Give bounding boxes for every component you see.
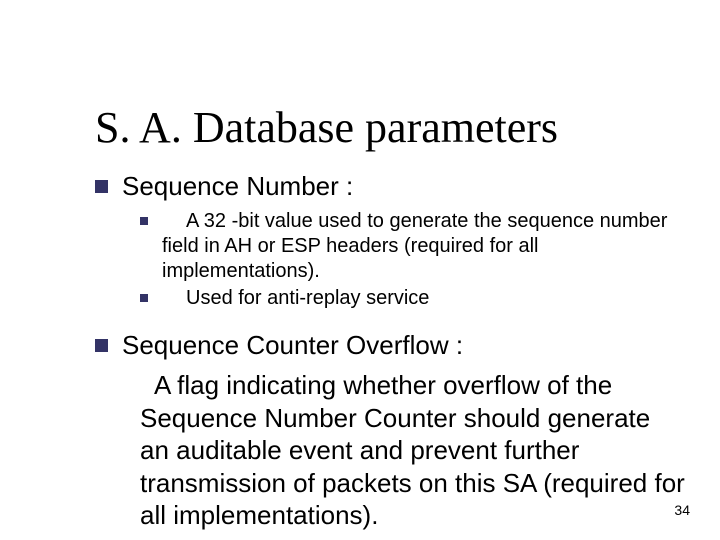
slide-body: Sequence Number : A 32 -bit value used t… — [95, 165, 685, 532]
bullet-level1: Sequence Number : — [95, 170, 685, 203]
bullet-text: Sequence Counter Overflow : — [122, 329, 463, 362]
page-number: 34 — [674, 502, 690, 518]
bullet-level2: Used for anti-replay service — [140, 286, 685, 311]
bullet-text: A 32 -bit value used to generate the seq… — [162, 209, 685, 284]
paragraph-text-content: A flag indicating whether overflow of th… — [140, 370, 685, 530]
sub-bullet-group: A 32 -bit value used to generate the seq… — [140, 209, 685, 311]
square-bullet-icon — [140, 294, 148, 302]
bullet-text-content: Used for anti-replay service — [186, 287, 429, 309]
paragraph-text: A flag indicating whether overflow of th… — [140, 369, 685, 532]
square-bullet-icon — [140, 217, 148, 225]
slide-title: S. A. Database parameters — [95, 105, 558, 151]
bullet-text-content: A 32 -bit value used to generate the seq… — [162, 210, 667, 282]
square-bullet-icon — [95, 180, 108, 193]
slide: S. A. Database parameters Sequence Numbe… — [0, 0, 720, 540]
bullet-level1: Sequence Counter Overflow : — [95, 329, 685, 362]
bullet-level2: A 32 -bit value used to generate the seq… — [140, 209, 685, 284]
bullet-text: Sequence Number : — [122, 170, 353, 203]
bullet-text: Used for anti-replay service — [162, 286, 429, 311]
paragraph-block: A flag indicating whether overflow of th… — [140, 369, 685, 532]
square-bullet-icon — [95, 339, 108, 352]
